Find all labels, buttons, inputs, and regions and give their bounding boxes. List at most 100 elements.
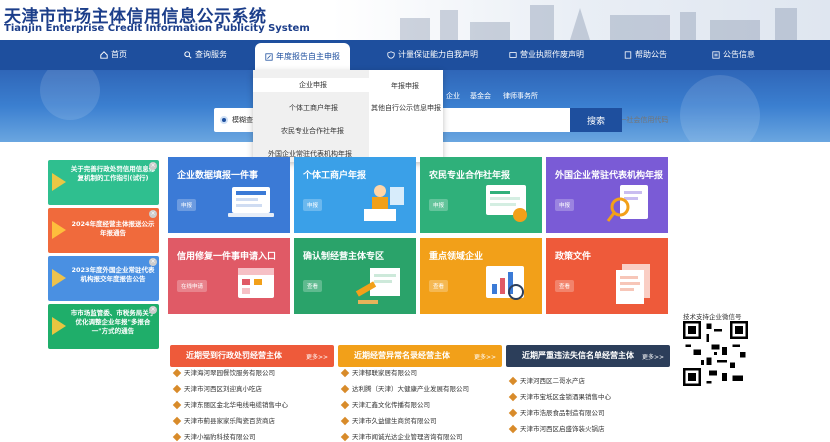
bullet-icon [508,408,518,418]
more-link[interactable]: 更多>> [306,352,328,361]
nav-metering[interactable]: 计量保证能力自我声明 [387,40,478,70]
list-item[interactable]: 天津东丽区金北华电线电缆销售中心 [172,399,288,410]
arrow-icon [52,269,66,287]
list-item-label: 天津小福豹科技有限公司 [184,433,256,441]
section-title: 近期受到行政处罚经营主体 [186,351,282,360]
list-item[interactable]: 天津汇鑫文化传播有限公司 [340,399,430,410]
nav-annual-report[interactable]: 年度报告自主申报 [255,43,350,70]
subtab-foundation[interactable]: 基金会 [470,91,491,101]
list-item-label: 天津市河西区启盛饰装火锅店 [520,425,605,433]
list-item-label: 天津海河翠园餐饮服务有限公司 [184,369,275,377]
list-item[interactable]: 天津河西区二哥水产店 [508,375,585,386]
close-icon[interactable]: × [149,210,157,218]
ad-multi-report[interactable]: 市市场监管委、市税务局关于优化调整企业年报"多报合一"方式的通告 × [48,304,159,349]
list-item-label: 天津市宝坻区金锁酒果销售中心 [520,393,611,401]
list-item[interactable]: 天津市浩辰食品制造有限公司 [508,407,605,418]
more-link[interactable]: 更多>> [642,352,664,361]
section-header: 近期严重违法失信名单经营主体 更多>> [506,345,670,367]
ad-annual-notice[interactable]: 2024年度经营主体报送公示年报通告 × [48,208,159,253]
gavel-illustration [355,268,400,304]
arrow-icon [52,317,66,335]
list-item[interactable]: 天津市蓟县家家乐陶瓷百货商店 [172,415,275,426]
book-icon [624,51,632,59]
list-item[interactable]: 天津市宝坻区金锁酒果销售中心 [508,391,611,402]
nav-home[interactable]: 首页 [100,40,127,70]
bullet-icon [172,400,182,410]
list-item-label: 天津市河西区刘迎真小吃店 [184,385,262,393]
tile-tag: 申报 [555,199,575,211]
dropdown-item-enterprise[interactable]: 企业申报 [253,78,369,92]
person-laptop-illustration [364,185,404,221]
tile-foreign[interactable]: 外国企业常驻代表机构年报 申报 [546,157,668,233]
tile-key-enterprises[interactable]: 重点领域企业 查看 [420,238,542,314]
nav-query-label: 查询服务 [195,50,227,59]
nav-notice[interactable]: 公告信息 [712,40,755,70]
list-item[interactable]: 天津小福豹科技有限公司 [172,431,256,442]
home-icon [100,51,108,59]
ad-foreign-notice[interactable]: 2023年度外国企业常驻代表机构报交年度报告公告 × [48,256,159,301]
nav-help-label: 帮助公告 [635,50,667,59]
section-header: 近期受到行政处罚经营主体 更多>> [170,345,334,367]
list-item-label: 达利腾（天津）大健康产业发展有限公司 [352,385,469,393]
tile-credit-repair[interactable]: 信用修复一件事申请入口 在线申请 [168,238,290,314]
list-item[interactable]: 天津市河西区刘迎真小吃店 [172,383,262,394]
bullet-icon [172,368,182,378]
close-icon[interactable]: × [149,306,157,314]
bullet-icon [340,368,350,378]
bullet-icon [172,384,182,394]
list-item[interactable]: 天津海河翠园餐饮服务有限公司 [172,367,275,378]
nav-home-label: 首页 [111,50,127,59]
close-icon[interactable]: × [149,258,157,266]
dropdown-item-annual[interactable]: 年报申报 [391,81,419,91]
magnifier-illustration [606,185,648,222]
section-penalty: 近期受到行政处罚经营主体 更多>> 天津海河翠园餐饮服务有限公司 天津市河西区刘… [170,345,334,442]
dropdown-item-coop[interactable]: 农民专业合作社年报 [281,126,344,136]
license-icon [509,52,517,58]
subtab-law-firm[interactable]: 律师事务所 [503,91,538,101]
tile-individual[interactable]: 个体工商户年报 申报 [294,157,416,233]
nav-metering-label: 计量保证能力自我声明 [398,50,478,59]
shield-check-icon [387,51,395,59]
nav-license-void-label: 营业执照作废声明 [520,50,584,59]
tile-confirm-zone[interactable]: 确认制经营主体专区 查看 [294,238,416,314]
dropdown-item-other[interactable]: 其他自行公示信息申报 [371,103,441,113]
chart-search-illustration [486,266,524,300]
search-button[interactable]: 搜索 [570,108,622,132]
ad-text: 2024年度经营主体报送公示年报通告 [71,220,155,237]
skyline-illustration [400,5,797,40]
section-header: 近期经营异常名录经营主体 更多>> [338,345,502,367]
list-item[interactable]: 达利腾（天津）大健康产业发展有限公司 [340,383,469,394]
nav-help[interactable]: 帮助公告 [624,40,667,70]
calendar-illustration [238,268,274,298]
tile-enterprise-data[interactable]: 企业数据填报一件事 申报 [168,157,290,233]
section-title: 近期严重违法失信名单经营主体 [522,351,634,360]
list-item[interactable]: 天津市河西区启盛饰装火锅店 [508,423,605,434]
list-item[interactable]: 天津市闻诚光达企业管理咨询有限公司 [340,431,463,442]
site-header: 天津市市场主体信用信息公示系统 Tianjin Enterprise Credi… [0,0,830,40]
more-link[interactable]: 更多>> [474,352,496,361]
fuzzy-search-radio[interactable] [220,116,228,124]
ad-credit-repair[interactable]: 关于完善行政处罚信用信息修复机制的工作指引(试行) × [48,160,159,205]
close-icon[interactable]: × [149,162,157,170]
tile-policy[interactable]: 政策文件 查看 [546,238,668,314]
bullet-icon [508,392,518,402]
bullet-icon [340,384,350,394]
list-item[interactable]: 天津市久益健生商贸有限公司 [340,415,437,426]
tile-title: 农民专业合作社年报 [429,171,511,181]
ad-text: 2023年度外国企业常驻代表机构报交年度报告公告 [71,266,155,283]
list-item[interactable]: 天津郁联家居有限公司 [340,367,417,378]
notice-icon [712,51,720,59]
bullet-icon [172,432,182,442]
nav-annual-report-label: 年度报告自主申报 [276,52,340,61]
section-blacklist: 近期严重违法失信名单经营主体 更多>> 天津河西区二哥水产店 天津市宝坻区金锁酒… [506,345,670,442]
subtab-enterprise[interactable]: 企业 [446,91,460,101]
tile-tag: 查看 [303,280,323,292]
nav-license-void[interactable]: 营业执照作废声明 [509,40,584,70]
annual-report-dropdown: 企业申报 个体工商户年报 农民专业合作社年报 外国企业常驻代表机构年报 年报申报… [253,70,443,162]
bullet-icon [508,376,518,386]
dropdown-item-individual[interactable]: 个体工商户年报 [289,103,338,113]
nav-query[interactable]: 查询服务 [184,40,227,70]
bullet-icon [340,416,350,426]
list-item-label: 天津市久益健生商贸有限公司 [352,417,437,425]
tile-coop[interactable]: 农民专业合作社年报 申报 [420,157,542,233]
